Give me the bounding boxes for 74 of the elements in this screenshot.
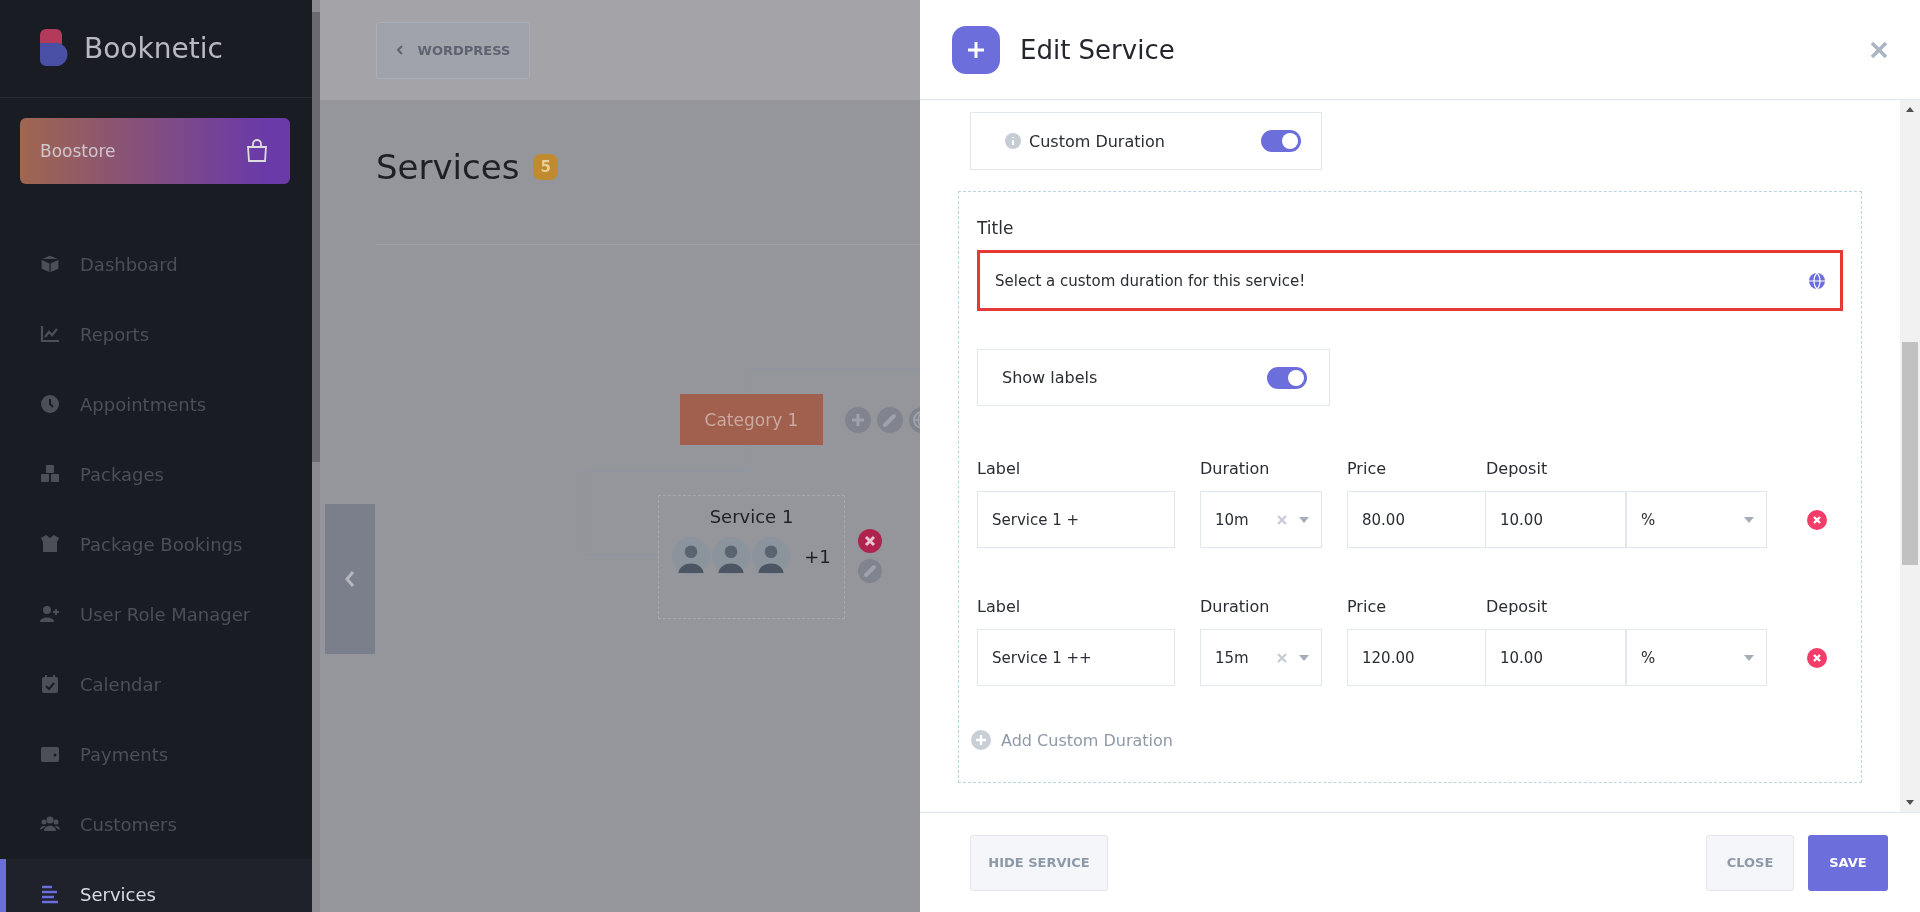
staff-count: +1 (804, 545, 831, 567)
label-input[interactable]: Service 1 ++ (977, 629, 1175, 686)
plus-icon[interactable] (845, 407, 871, 433)
add-duration-link[interactable]: Add Custom Duration (971, 730, 1173, 750)
field-label: Duration (1200, 458, 1271, 478)
users-icon (40, 814, 60, 834)
globe-icon[interactable] (1808, 271, 1826, 290)
close-button[interactable]: CLOSE (1706, 834, 1794, 891)
pencil-icon[interactable] (877, 407, 903, 433)
clear-icon[interactable] (1277, 652, 1287, 663)
duration-select[interactable]: 10m (1200, 491, 1322, 548)
sidebar-item[interactable]: Services (0, 859, 312, 912)
scrollbar[interactable] (312, 0, 320, 912)
duration-select[interactable]: 15m (1200, 629, 1322, 686)
save-button[interactable]: SAVE (1808, 834, 1888, 891)
field-label: Price (1347, 596, 1388, 616)
logo-icon (40, 28, 70, 69)
back-button[interactable]: WORDPRESS (376, 21, 530, 79)
hide-service-button[interactable]: HIDE SERVICE (970, 834, 1108, 891)
clear-icon[interactable] (1277, 514, 1287, 525)
info-icon (1005, 133, 1021, 149)
title-input[interactable]: Select a custom duration for this service! (977, 250, 1843, 311)
field-label: Title (977, 218, 1015, 238)
page-title: Services (376, 147, 520, 187)
remove-icon[interactable] (1807, 647, 1827, 668)
field-label: Duration (1200, 596, 1271, 616)
field-label: Price (1347, 458, 1388, 478)
brand-name: Booknetic (84, 32, 223, 65)
cube-icon (40, 254, 60, 274)
scrollbar[interactable] (1900, 100, 1920, 812)
toggle-label: Show labels (1002, 368, 1099, 387)
toggle-switch[interactable] (1267, 366, 1307, 389)
toggle-label: Custom Duration (1029, 131, 1166, 151)
chevron-left-icon (344, 570, 356, 588)
remove-icon[interactable] (1807, 509, 1827, 530)
category-node[interactable]: Category 1 (680, 394, 823, 445)
field-label: Deposit (1486, 596, 1548, 616)
count-badge: 5 (533, 154, 558, 180)
pencil-icon[interactable] (858, 559, 882, 583)
label-input[interactable]: Service 1 + (977, 491, 1175, 548)
delete-icon[interactable] (858, 529, 882, 553)
price-input[interactable]: 80.00 (1347, 491, 1486, 548)
avatar (672, 537, 711, 575)
avatar (752, 537, 791, 575)
shopping-bag-icon (246, 139, 268, 163)
clock-icon (40, 394, 60, 414)
service-name: Service 1 (709, 506, 794, 527)
chart-icon (40, 324, 60, 344)
deposit-input[interactable]: 10.00 (1486, 629, 1626, 686)
field-label: Label (977, 458, 1022, 478)
toggle-switch[interactable] (1261, 130, 1301, 152)
close-icon[interactable] (1870, 40, 1888, 59)
price-input[interactable]: 120.00 (1347, 629, 1486, 686)
field-label: Deposit (1486, 458, 1548, 478)
avatar (712, 537, 751, 575)
store-button[interactable]: Boostore (20, 118, 290, 184)
wallet-icon (40, 744, 60, 764)
service-node[interactable]: Service 1 +1 (658, 495, 845, 619)
plus-icon (971, 730, 991, 750)
deposit-type-select[interactable]: % (1626, 629, 1767, 686)
caret-icon (1744, 654, 1754, 661)
deposit-type-select[interactable]: % (1626, 491, 1767, 548)
field-label: Label (977, 596, 1022, 616)
deposit-input[interactable]: 10.00 (1486, 491, 1626, 548)
calendar-icon (40, 674, 60, 694)
user-plus-icon (40, 604, 60, 624)
caret-icon (1744, 516, 1754, 523)
caret-icon (1299, 654, 1309, 661)
boxes-icon (40, 464, 60, 484)
caret-icon (1299, 516, 1309, 523)
list-icon (40, 884, 60, 904)
modal-title: Edit Service (1020, 34, 1176, 65)
chevron-left-icon (395, 44, 404, 56)
plus-icon (952, 25, 1000, 74)
